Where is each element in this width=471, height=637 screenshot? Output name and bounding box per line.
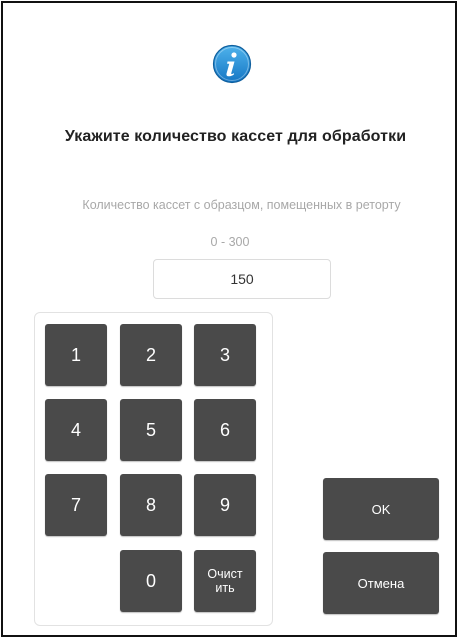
key-1[interactable]: 1 — [45, 324, 107, 386]
key-9[interactable]: 9 — [194, 474, 256, 536]
key-0[interactable]: 0 — [120, 550, 182, 612]
cancel-button[interactable]: Отмена — [323, 552, 439, 614]
cassette-count-input[interactable]: 150 — [153, 259, 331, 299]
key-6[interactable]: 6 — [194, 399, 256, 461]
key-2[interactable]: 2 — [120, 324, 182, 386]
dialog-subtitle: Количество кассет с образцом, помещенных… — [82, 198, 401, 212]
key-3[interactable]: 3 — [194, 324, 256, 386]
range-hint: 0 - 300 — [210, 235, 250, 249]
ok-button[interactable]: OK — [323, 478, 439, 540]
key-8[interactable]: 8 — [120, 474, 182, 536]
numeric-keypad: 1 2 3 4 5 6 7 8 9 0 Очист ить — [34, 312, 273, 626]
key-4[interactable]: 4 — [45, 399, 107, 461]
dialog-title: Укажите количество кассет для обработки — [64, 128, 407, 145]
info-icon — [212, 44, 252, 84]
clear-button[interactable]: Очист ить — [194, 550, 256, 612]
key-7[interactable]: 7 — [45, 474, 107, 536]
key-5[interactable]: 5 — [120, 399, 182, 461]
